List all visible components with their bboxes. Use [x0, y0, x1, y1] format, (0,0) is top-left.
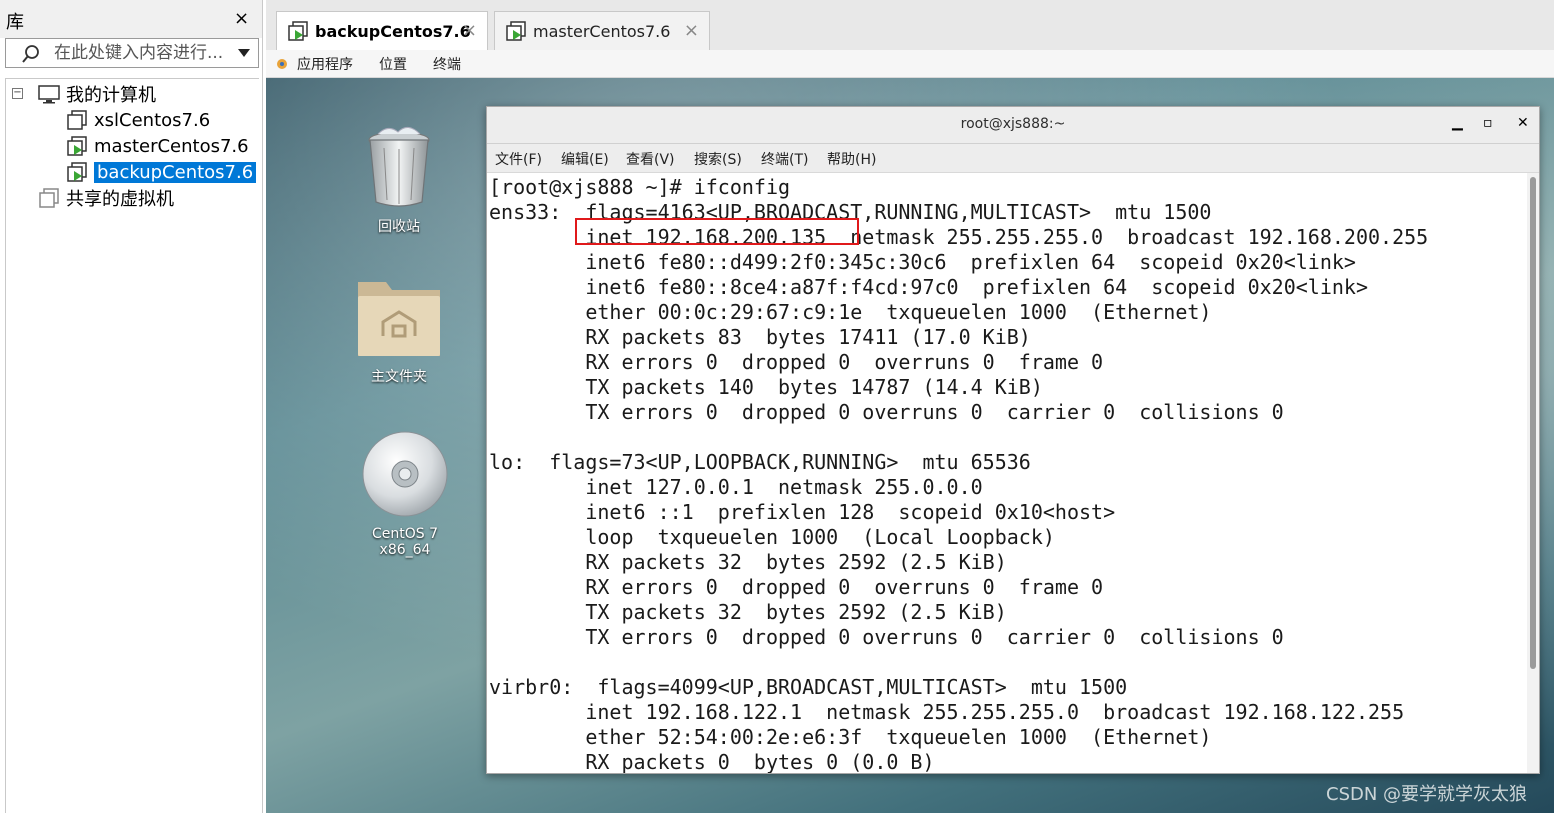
tab-label: backupCentos7.6 — [315, 21, 471, 41]
library-header: 库 × — [0, 0, 262, 38]
library-panel: 库 × − 我的计算机 xslCentos7.6 masterC — [0, 0, 263, 813]
menu-edit[interactable]: 编辑(E) — [561, 149, 609, 169]
tree-item-vm-selected[interactable]: backupCentos7.6 — [66, 160, 257, 184]
desktop-icon-home[interactable]: 主文件夹 — [339, 274, 459, 386]
tree-item-shared-vms[interactable]: 共享的虚拟机 — [38, 186, 174, 210]
menu-view[interactable]: 查看(V) — [626, 149, 675, 169]
tab-close-icon[interactable]: × — [684, 20, 699, 41]
terminal-line: RX packets 83 bytes 17411 (17.0 KiB) — [489, 325, 1031, 349]
desktop-icon-label: 主文件夹 — [371, 369, 427, 385]
terminal-menubar: 文件(F) 编辑(E) 查看(V) 搜索(S) 终端(T) 帮助(H) — [487, 144, 1539, 173]
scrollbar-thumb[interactable] — [1530, 177, 1536, 669]
terminal-line: inet6 fe80::8ce4:a87f:f4cd:97c0 prefixle… — [489, 275, 1368, 299]
vm-workspace: backupCentos7.6 × masterCentos7.6 × 应用程序… — [266, 0, 1554, 813]
terminal-line: [root@xjs888 ~]# ifconfig — [489, 175, 791, 199]
library-search-box[interactable] — [5, 38, 259, 68]
terminal-line: TX errors 0 dropped 0 overruns 0 carrier… — [489, 625, 1284, 649]
terminal-line: TX errors 0 dropped 0 overruns 0 carrier… — [489, 400, 1284, 424]
gnome-top-menubar: 应用程序 位置 终端 — [266, 50, 1554, 78]
menu-terminal[interactable]: 终端(T) — [761, 149, 808, 169]
watermark: CSDN @要学就学灰太狼 — [1326, 784, 1528, 805]
tab-close-icon[interactable]: × — [462, 20, 477, 41]
terminal-line: RX errors 0 dropped 0 overruns 0 frame 0 — [489, 350, 1104, 374]
terminal-scrollbar[interactable] — [1527, 173, 1539, 773]
ip-highlight-box — [575, 218, 859, 245]
tab-backupcentos[interactable]: backupCentos7.6 × — [276, 11, 488, 50]
desktop-icon-trash[interactable]: 回收站 — [339, 124, 459, 236]
terminal-line: RX packets 32 bytes 2592 (2.5 KiB) — [489, 550, 1007, 574]
library-title: 库 — [6, 12, 24, 33]
tab-label: masterCentos7.6 — [533, 21, 671, 41]
tree-item-vm[interactable]: xslCentos7.6 — [66, 108, 210, 132]
shared-vm-icon — [39, 188, 59, 208]
library-close-button[interactable]: × — [234, 8, 249, 29]
terminal-window[interactable]: root@xjs888:~ ▁ ▫ ✕ 文件(F) 编辑(E) 查看(V) 搜索… — [486, 106, 1540, 774]
home-folder-icon — [358, 282, 440, 356]
tab-bar: backupCentos7.6 × masterCentos7.6 × — [266, 0, 1554, 50]
terminal-text: [root@xjs888 ~]# ifconfig ens33: flags=41… — [489, 175, 1428, 773]
cd-disc-icon — [362, 431, 448, 517]
terminal-line: loop txqueuelen 1000 (Local Loopback) — [489, 525, 1055, 549]
terminal-line: ether 00:0c:29:67:c9:1e txqueuelen 1000 … — [489, 300, 1212, 324]
desktop-icon-label: 回收站 — [378, 219, 420, 235]
terminal-line: inet 127.0.0.1 netmask 255.0.0.0 — [489, 475, 983, 499]
menu-applications[interactable]: 应用程序 — [297, 54, 353, 74]
search-icon — [22, 45, 39, 63]
tree-item-label: xslCentos7.6 — [94, 109, 211, 131]
minimize-button[interactable]: ▁ — [1452, 115, 1463, 131]
vm-running-icon — [506, 21, 526, 41]
tab-mastercentos[interactable]: masterCentos7.6 × — [494, 11, 710, 50]
tree-item-my-computer[interactable]: 我的计算机 — [38, 82, 156, 106]
tree-item-label: masterCentos7.6 — [94, 135, 249, 157]
terminal-line: TX packets 140 bytes 14787 (14.4 KiB) — [489, 375, 1043, 399]
terminal-line: inet6 fe80::d499:2f0:345c:30c6 prefixlen… — [489, 250, 1356, 274]
computer-monitor-icon — [38, 85, 60, 104]
menu-search[interactable]: 搜索(S) — [694, 149, 742, 169]
desktop-icon-label: CentOS 7 x86_64 — [371, 526, 438, 558]
vm-running-icon — [67, 162, 87, 182]
menu-terminal[interactable]: 终端 — [433, 54, 461, 74]
close-button[interactable]: ✕ — [1517, 115, 1529, 131]
guest-desktop: 回收站 主文件夹 CentOS 7 x86_64 root@xjs888:~ ▁… — [266, 78, 1554, 813]
tree-item-label: 共享的虚拟机 — [66, 189, 174, 210]
terminal-output[interactable]: [root@xjs888 ~]# ifconfig ens33: flags=41… — [487, 173, 1527, 773]
menu-file[interactable]: 文件(F) — [495, 149, 542, 169]
collapse-toggle-icon[interactable]: − — [12, 88, 23, 99]
chevron-down-icon[interactable] — [238, 49, 250, 57]
trash-icon — [368, 127, 430, 207]
tree-item-label: backupCentos7.6 — [94, 161, 257, 183]
terminal-line: TX packets 32 bytes 2592 (2.5 KiB) — [489, 600, 1007, 624]
menu-places[interactable]: 位置 — [379, 54, 407, 74]
vm-running-icon — [288, 21, 308, 41]
terminal-line: inet6 ::1 prefixlen 128 scopeid 0x10<hos… — [489, 500, 1116, 524]
terminal-line: lo: flags=73<UP,LOOPBACK,RUNNING> mtu 65… — [489, 450, 1031, 474]
terminal-line: virbr0: flags=4099<UP,BROADCAST,MULTICAS… — [489, 675, 1128, 699]
tree-item-label: 我的计算机 — [66, 85, 156, 106]
terminal-title: root@xjs888:~ — [960, 116, 1066, 132]
library-search-input[interactable] — [54, 42, 226, 64]
terminal-line: RX packets 0 bytes 0 (0.0 B) — [489, 750, 935, 773]
vm-icon — [67, 110, 87, 130]
desktop-icon-cdrom[interactable]: CentOS 7 x86_64 — [345, 430, 465, 558]
vm-running-icon — [67, 136, 87, 156]
terminal-line: inet 192.168.122.1 netmask 255.255.255.0… — [489, 700, 1405, 724]
terminal-titlebar[interactable]: root@xjs888:~ ▁ ▫ ✕ — [487, 107, 1539, 144]
terminal-line: RX errors 0 dropped 0 overruns 0 frame 0 — [489, 575, 1104, 599]
maximize-button[interactable]: ▫ — [1483, 115, 1493, 131]
menu-help[interactable]: 帮助(H) — [827, 149, 876, 169]
terminal-line: ether 52:54:00:2e:e6:3f txqueuelen 1000 … — [489, 725, 1212, 749]
tree-item-vm[interactable]: masterCentos7.6 — [66, 134, 249, 158]
applications-menu-icon — [277, 59, 287, 69]
